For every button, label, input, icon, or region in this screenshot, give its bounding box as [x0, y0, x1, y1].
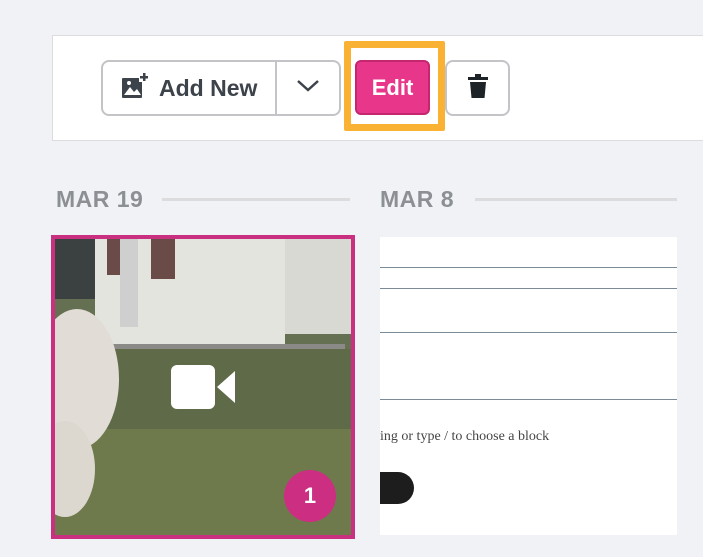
doc-rule — [380, 399, 677, 400]
media-toolbar: Add New Edit — [52, 35, 703, 141]
doc-rule — [380, 267, 677, 268]
delete-button[interactable] — [445, 60, 510, 116]
add-new-label: Add New — [159, 74, 258, 101]
doc-rule — [380, 288, 677, 289]
add-new-dropdown-toggle[interactable] — [277, 62, 339, 114]
trash-icon — [467, 73, 488, 103]
chevron-down-icon — [296, 79, 320, 98]
doc-toolbar-pill — [380, 472, 414, 504]
media-tile-document[interactable]: ing or type / to choose a block — [380, 237, 677, 535]
media-tile-video[interactable]: 1 — [51, 235, 355, 539]
add-new-split-button: Add New — [101, 60, 341, 116]
edit-button[interactable]: Edit — [355, 60, 430, 115]
date-divider — [162, 198, 350, 201]
item-count-badge: 1 — [284, 470, 336, 522]
add-image-icon — [121, 71, 149, 105]
date-header-mar-8: MAR 8 — [380, 186, 455, 212]
doc-rule — [380, 332, 677, 333]
doc-placeholder-text: ing or type / to choose a block — [380, 429, 550, 444]
date-header-mar-19: MAR 19 — [56, 186, 144, 212]
date-divider — [475, 198, 677, 201]
video-camera-icon — [171, 365, 235, 414]
add-new-button[interactable]: Add New — [103, 62, 277, 114]
